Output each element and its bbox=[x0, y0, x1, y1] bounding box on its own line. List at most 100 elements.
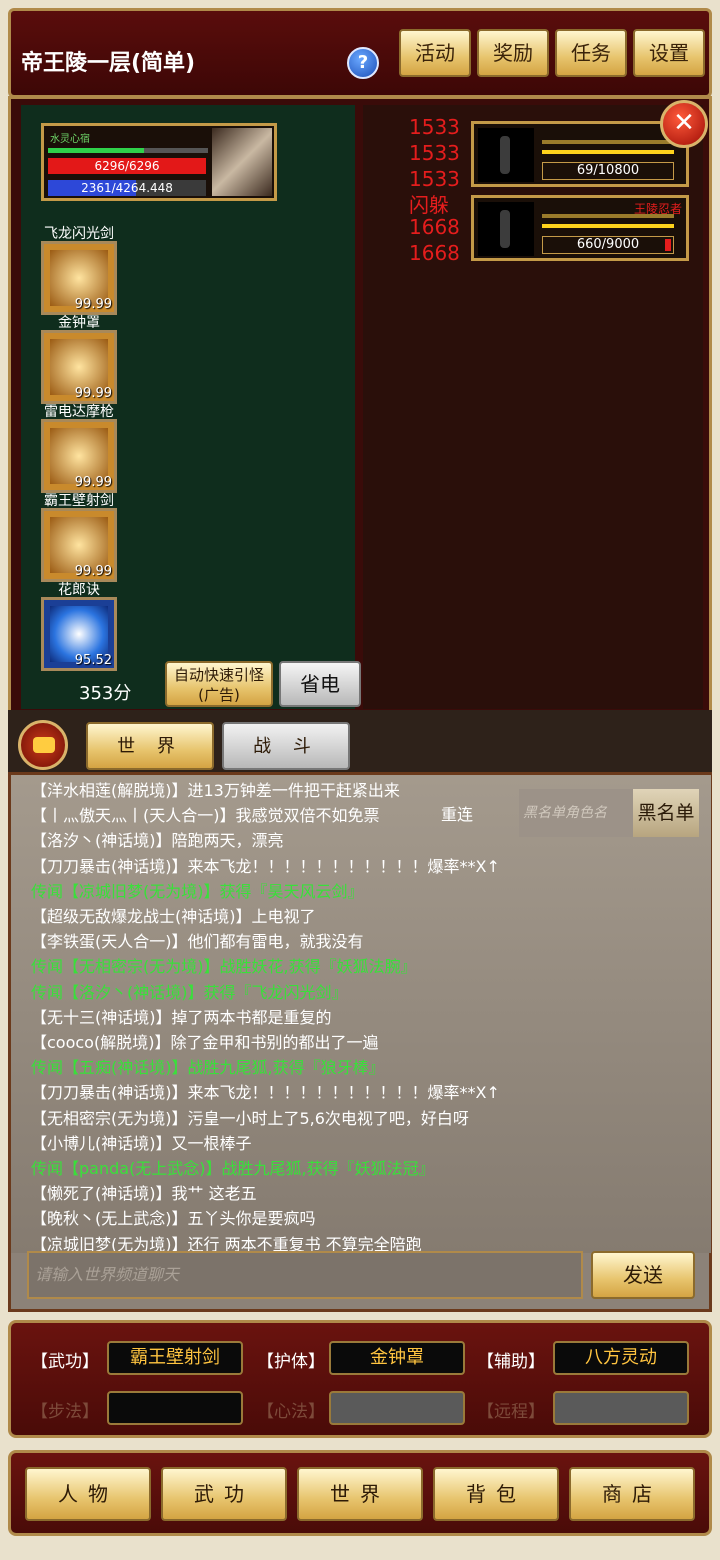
skill-value: 99.99 bbox=[74, 475, 112, 490]
nav-character[interactable]: 人物 bbox=[25, 1467, 151, 1521]
auto-lure-button[interactable]: 自动快速引怪 (广告) bbox=[165, 661, 273, 707]
huti-slot[interactable]: 金钟罩 bbox=[329, 1341, 465, 1375]
player-panel: 水灵心宿 6296/6296 2361/4264.448 飞龙闪光剑 99.99… bbox=[21, 105, 361, 709]
exp-bar bbox=[48, 148, 208, 153]
mp-text: 2361/4264.448 bbox=[81, 181, 173, 195]
chat-message: 【凉城旧梦(无为境)】还行 两本不重复书 不算完全陪跑 bbox=[31, 1234, 422, 1253]
points-text: 353分 bbox=[79, 683, 132, 704]
enemy-hp-mark bbox=[665, 239, 671, 251]
chat-message: 【洋水相莲(解脱境)】进13万钟差一件把干赶紧出来 bbox=[31, 781, 400, 800]
chat-log[interactable]: 【洋水相莲(解脱境)】进13万钟差一件把干赶紧出来 【丨灬傲天灬丨(天人合一)】我… bbox=[11, 775, 711, 1253]
damage-number: 1668 bbox=[409, 241, 460, 265]
player-card: 水灵心宿 6296/6296 2361/4264.448 bbox=[41, 123, 277, 201]
enemy-bar bbox=[542, 140, 674, 144]
chat-panel: 【洋水相莲(解脱境)】进13万钟差一件把干赶紧出来 【丨灬傲天灬丨(天人合一)】我… bbox=[8, 772, 712, 1312]
chat-input[interactable]: 请输入世界频道聊天 bbox=[27, 1251, 583, 1299]
settings-button[interactable]: 设置 bbox=[633, 29, 705, 77]
enemy-hp: 660/9000 bbox=[576, 237, 640, 252]
xinfa-label: 【心法】 bbox=[257, 1402, 325, 1422]
xinfa-slot[interactable] bbox=[329, 1391, 465, 1425]
enemy-portrait bbox=[478, 202, 534, 256]
chat-tabs: 世 界 战 斗 bbox=[8, 710, 712, 776]
tab-world[interactable]: 世 界 bbox=[86, 722, 214, 770]
power-save-button[interactable]: 省电 bbox=[279, 661, 361, 707]
skill-name: 花郎诀 bbox=[58, 582, 100, 598]
damage-number: 1533 bbox=[409, 167, 460, 191]
damage-number: 1533 bbox=[409, 115, 460, 139]
auto-lure-label: 自动快速引怪 bbox=[173, 666, 264, 684]
sword-icon: 99.99 bbox=[41, 508, 117, 582]
enemy-hp-box: 660/9000 bbox=[542, 236, 674, 254]
nav-world[interactable]: 世界 bbox=[297, 1467, 423, 1521]
nav-backpack[interactable]: 背包 bbox=[433, 1467, 559, 1521]
bufa-slot[interactable] bbox=[107, 1391, 243, 1425]
system-message: 传闻【五痴(神话境)】战胜九尾狐,获得『狼牙棒』 bbox=[31, 1058, 385, 1078]
reconnect-button[interactable]: 重连 bbox=[441, 801, 473, 825]
wugong-label: 【武功】 bbox=[31, 1352, 99, 1372]
golden-bell-icon: 99.99 bbox=[41, 330, 117, 404]
slash-icon: 95.52 bbox=[41, 597, 117, 671]
activity-button[interactable]: 活动 bbox=[399, 29, 471, 77]
fuzhu-label: 【辅助】 bbox=[477, 1352, 545, 1372]
system-message: 传闻【panda(无上武念)】战胜九尾狐,获得『妖狐法冠』 bbox=[31, 1159, 435, 1178]
blacklist-button[interactable]: 黑名单 bbox=[633, 789, 699, 837]
yuancheng-slot[interactable] bbox=[553, 1391, 689, 1425]
chat-message: 【丨灬傲天灬丨(天人合一)】我感觉双倍不如免票 bbox=[31, 806, 380, 826]
tab-battle[interactable]: 战 斗 bbox=[222, 722, 350, 770]
nav-shop[interactable]: 商店 bbox=[569, 1467, 695, 1521]
spear-icon: 99.99 bbox=[41, 419, 117, 493]
player-avatar bbox=[212, 128, 272, 196]
huti-label: 【护体】 bbox=[257, 1352, 325, 1372]
bufa-label: 【步法】 bbox=[31, 1402, 99, 1422]
mp-bar: 2361/4264.448 bbox=[48, 180, 206, 196]
chat-message: 【无十三(神话境)】掉了两本书都是重复的 bbox=[31, 1007, 332, 1027]
bottom-nav: 人物 武功 世界 背包 商店 bbox=[8, 1450, 712, 1536]
exp-fill bbox=[48, 148, 144, 153]
wugong-slot[interactable]: 霸王壁射剑 bbox=[107, 1341, 243, 1375]
yuancheng-label: 【远程】 bbox=[477, 1402, 545, 1422]
question-icon[interactable]: ? bbox=[347, 47, 379, 79]
chat-message: 【小博儿(神话境)】又一根棒子 bbox=[31, 1133, 252, 1153]
enemy-bar bbox=[542, 224, 674, 228]
send-button[interactable]: 发送 bbox=[591, 1251, 695, 1299]
chat-message: 【无相密宗(无为境)】污皇一小时上了5,6次电视了吧，好白呀 bbox=[31, 1108, 469, 1128]
chat-message: 【懒死了(神话境)】我艹 这老五 bbox=[31, 1184, 257, 1204]
skill-name: 飞龙闪光剑 bbox=[44, 226, 114, 242]
skill-slot-1[interactable]: 飞龙闪光剑 99.99 bbox=[41, 223, 117, 315]
header-bar: 帝王陵一层(简单) ? 活动 奖励 任务 设置 bbox=[8, 8, 712, 98]
tasks-button[interactable]: 任务 bbox=[555, 29, 627, 77]
skill-value: 99.99 bbox=[74, 564, 112, 579]
chat-message: 【cooco(解脱境)】除了金甲和书别的都出了一遍 bbox=[31, 1033, 379, 1052]
close-icon[interactable]: ✕ bbox=[660, 100, 708, 148]
chat-message: 【超级无敌爆龙战士(神话境)】上电视了 bbox=[31, 907, 316, 926]
skill-slot-3[interactable]: 雷电达摩枪 99.99 bbox=[41, 401, 117, 493]
skill-name: 霸王壁射剑 bbox=[44, 493, 114, 509]
skill-value: 99.99 bbox=[74, 297, 112, 312]
skill-value: 95.52 bbox=[74, 653, 112, 668]
damage-number: 1668 bbox=[409, 215, 460, 239]
chat-message: 【晚秋丶(无上武念)】五丫头你是要疯吗 bbox=[31, 1209, 316, 1229]
nav-martial-arts[interactable]: 武功 bbox=[161, 1467, 287, 1521]
skill-slot-5[interactable]: 花郎诀 95.52 bbox=[41, 579, 117, 671]
fuzhu-slot[interactable]: 八方灵动 bbox=[553, 1341, 689, 1375]
battle-area: 水灵心宿 6296/6296 2361/4264.448 飞龙闪光剑 99.99… bbox=[8, 96, 712, 716]
skill-name: 雷电达摩枪 bbox=[44, 404, 114, 420]
skill-slot-4[interactable]: 霸王壁射剑 99.99 bbox=[41, 490, 117, 582]
chat-message: 【李铁蛋(天人合一)】他们都有雷电，就我没有 bbox=[31, 932, 364, 952]
skill-slot-2[interactable]: 金钟罩 99.99 bbox=[41, 312, 117, 404]
player-name: 水灵心宿 bbox=[50, 134, 90, 145]
page-title: 帝王陵一层(简单) bbox=[21, 51, 196, 76]
hp-bar: 6296/6296 bbox=[48, 158, 206, 174]
blacklist-input[interactable]: 黑名单角色名 bbox=[519, 789, 637, 837]
enemy-bar bbox=[542, 214, 674, 218]
skill-value: 99.99 bbox=[74, 386, 112, 401]
system-message: 传闻【洛汐丶(神话境)】获得『飞龙闪光剑』 bbox=[31, 982, 348, 1002]
rewards-button[interactable]: 奖励 bbox=[477, 29, 549, 77]
enemy-bar bbox=[542, 150, 674, 154]
enemy-card-2[interactable]: 王陵忍者 660/9000 bbox=[471, 195, 689, 261]
chat-bubble-icon[interactable] bbox=[18, 720, 68, 770]
system-message: 传闻【凉城旧梦(无为境)】获得『昊天风云剑』 bbox=[31, 881, 364, 901]
skill-name: 金钟罩 bbox=[58, 315, 100, 331]
enemy-panel: 1533 1533 1533 闪躲 1668 1668 影 69/10800 王… bbox=[363, 105, 703, 709]
enemy-card-1[interactable]: 影 69/10800 bbox=[471, 121, 689, 187]
